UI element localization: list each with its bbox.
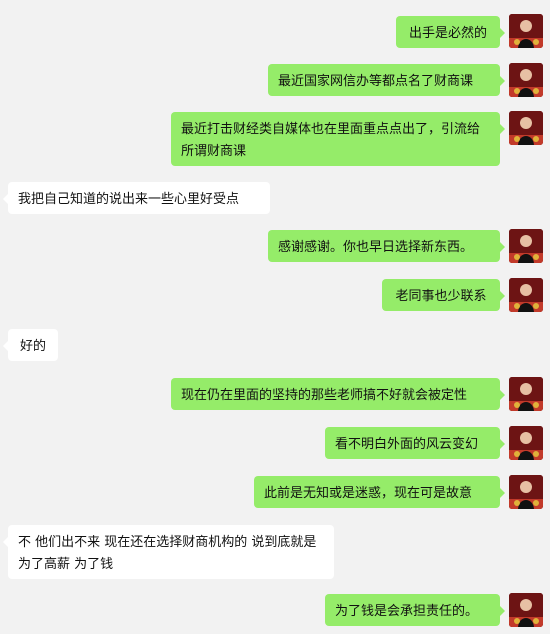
user-avatar-icon bbox=[509, 229, 543, 263]
avatar[interactable] bbox=[509, 111, 543, 145]
avatar[interactable] bbox=[509, 426, 543, 460]
avatar[interactable] bbox=[509, 63, 543, 97]
user-avatar-icon bbox=[509, 111, 543, 145]
message-bubble-outgoing[interactable]: 最近国家网信办等都点名了财商课 bbox=[268, 64, 505, 96]
message-bubble-incoming[interactable]: 不 他们出不来 现在还在选择财商机构的 说到底就是为了高薪 为了钱 bbox=[3, 525, 334, 579]
user-avatar-icon bbox=[509, 426, 543, 460]
user-avatar-icon bbox=[509, 14, 543, 48]
avatar[interactable] bbox=[509, 593, 543, 627]
message-bubble-outgoing[interactable]: 此前是无知或是迷惑，现在可是故意 bbox=[254, 476, 505, 508]
user-avatar-icon bbox=[509, 475, 543, 509]
message-bubble-outgoing[interactable]: 老同事也少联系 bbox=[382, 279, 505, 311]
avatar[interactable] bbox=[509, 14, 543, 48]
avatar[interactable] bbox=[509, 475, 543, 509]
user-avatar-icon bbox=[509, 377, 543, 411]
message-bubble-outgoing[interactable]: 为了钱是会承担责任的。 bbox=[325, 594, 505, 626]
avatar[interactable] bbox=[509, 278, 543, 312]
message-bubble-outgoing[interactable]: 现在仍在里面的坚持的那些老师搞不好就会被定性 bbox=[171, 378, 505, 410]
message-bubble-outgoing[interactable]: 看不明白外面的风云变幻 bbox=[325, 427, 505, 459]
message-bubble-outgoing[interactable]: 出手是必然的 bbox=[396, 16, 505, 48]
message-bubble-incoming[interactable]: 好的 bbox=[3, 329, 58, 361]
user-avatar-icon bbox=[509, 278, 543, 312]
message-bubble-incoming[interactable]: 我把自己知道的说出来一些心里好受点 bbox=[3, 182, 270, 214]
message-bubble-outgoing[interactable]: 最近打击财经类自媒体也在里面重点点出了，引流给所谓财商课 bbox=[171, 112, 505, 166]
message-bubble-outgoing[interactable]: 感谢感谢。你也早日选择新东西。 bbox=[268, 230, 505, 262]
chat-window: 出手是必然的 最近国家网信办等都点名了财商课 最近打击财经类自媒体也在里面重点点… bbox=[0, 0, 550, 634]
avatar[interactable] bbox=[509, 229, 543, 263]
user-avatar-icon bbox=[509, 593, 543, 627]
user-avatar-icon bbox=[509, 63, 543, 97]
avatar[interactable] bbox=[509, 377, 543, 411]
